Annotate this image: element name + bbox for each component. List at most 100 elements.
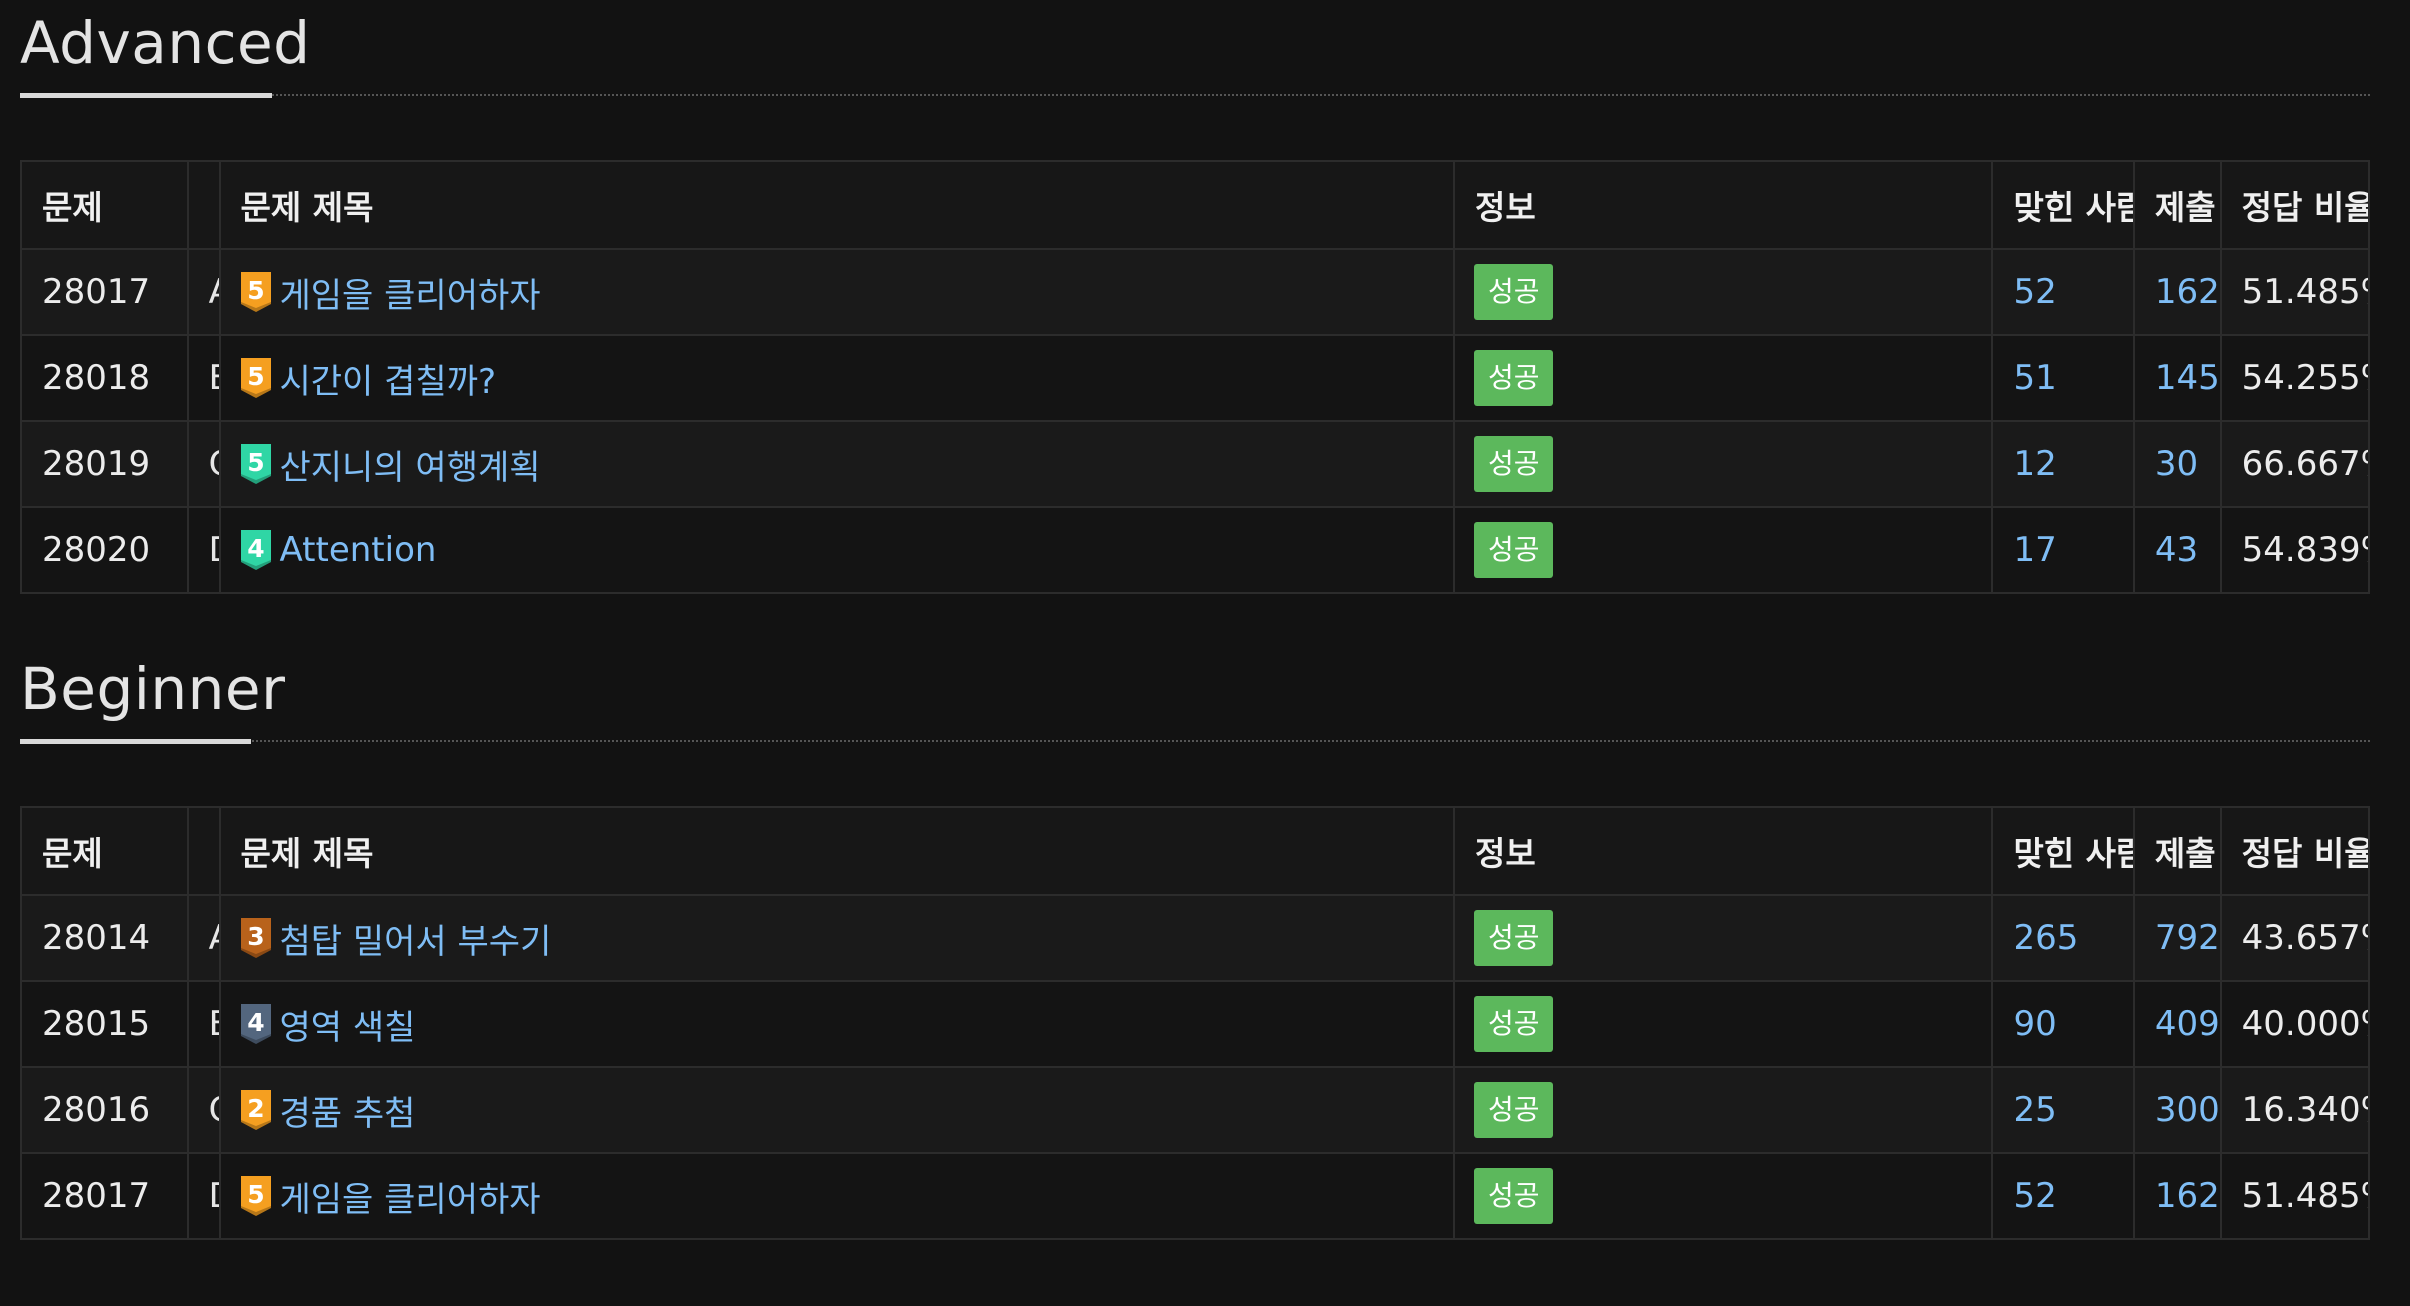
tier-badge-icon: 4 <box>240 1004 271 1044</box>
header-problem-title: 문제 제목 <box>218 160 1455 250</box>
status-badge[interactable]: 성공 <box>1473 522 1554 578</box>
problem-title-cell: 3 첨탑 밀어서 부수기 <box>218 894 1455 982</box>
problem-title-wrap: 4 영역 색칠 <box>240 1000 1433 1049</box>
header-info: 정보 <box>1452 160 1994 250</box>
tier-badge-icon: 5 <box>240 1176 271 1216</box>
submission-count-link[interactable]: 30 <box>2155 444 2198 484</box>
accept-ratio: 51.485% <box>2219 248 2371 336</box>
problem-title-link[interactable]: 시간이 겹칠까? <box>280 354 497 403</box>
solved-count-cell: 90 <box>1991 980 2135 1068</box>
problem-title-cell: 5 게임을 클리어하자 <box>218 1152 1455 1240</box>
problem-letter: D <box>186 506 221 594</box>
submission-count-link[interactable]: 409 <box>2155 1004 2219 1044</box>
solved-count-link[interactable]: 17 <box>2013 530 2056 570</box>
problem-title-link[interactable]: 경품 추첨 <box>280 1086 416 1135</box>
problem-letter: A <box>186 894 221 982</box>
status-badge[interactable]: 성공 <box>1473 264 1554 320</box>
problem-letter: D <box>186 1152 221 1240</box>
submission-count-cell: 43 <box>2132 506 2222 594</box>
status-badge[interactable]: 성공 <box>1473 436 1554 492</box>
solved-count-link[interactable]: 265 <box>2013 918 2078 958</box>
info-cell: 성공 <box>1452 980 1994 1068</box>
status-badge[interactable]: 성공 <box>1473 910 1554 966</box>
solved-count-link[interactable]: 12 <box>2013 444 2056 484</box>
solved-count-link[interactable]: 90 <box>2013 1004 2056 1044</box>
problem-title-link[interactable]: 영역 색칠 <box>280 1000 416 1049</box>
info-cell: 성공 <box>1452 334 1994 422</box>
problem-id-cell: 28016 <box>20 1066 189 1154</box>
status-badge[interactable]: 성공 <box>1473 1168 1554 1224</box>
tier-badge-icon: 5 <box>240 358 271 398</box>
accept-ratio: 54.839% <box>2219 506 2371 594</box>
submission-count-link[interactable]: 43 <box>2155 530 2198 570</box>
status-badge[interactable]: 성공 <box>1473 1082 1554 1138</box>
svg-text:5: 5 <box>247 448 264 477</box>
accept-ratio: 54.255% <box>2219 334 2371 422</box>
solved-count-cell: 17 <box>1991 506 2135 594</box>
table-header-row: 문제 문제 제목 정보 맞힌 사람 제출 정답 비율 <box>20 160 2371 250</box>
problem-id-cell: 28015 <box>20 980 189 1068</box>
submission-count-cell: 162 <box>2132 248 2222 336</box>
tier-badge-icon: 2 <box>240 1090 271 1130</box>
table-row: 28019 C5 산지니의 여행계획 성공 12 30 66.667% <box>20 420 2371 508</box>
svg-text:4: 4 <box>247 534 264 563</box>
svg-text:3: 3 <box>247 922 264 951</box>
table-row: 28014 A3 첨탑 밀어서 부수기 성공 265 79243.657% <box>20 894 2371 982</box>
problem-title-link[interactable]: 첨탑 밀어서 부수기 <box>280 914 552 963</box>
submission-count-cell: 162 <box>2132 1152 2222 1240</box>
header-ratio: 정답 비율 <box>2219 160 2371 250</box>
header-letter <box>186 160 221 250</box>
section-underline <box>20 739 251 744</box>
problem-id: 28018 <box>42 358 151 398</box>
problem-id: 28019 <box>42 444 151 484</box>
info-cell: 성공 <box>1452 506 1994 594</box>
solved-count-link[interactable]: 52 <box>2013 272 2056 312</box>
submission-count-link[interactable]: 145 <box>2155 358 2219 398</box>
problem-title-wrap: 5 게임을 클리어하자 <box>240 268 1433 317</box>
solved-count-cell: 12 <box>1991 420 2135 508</box>
submission-count-cell: 300 <box>2132 1066 2222 1154</box>
solved-count-cell: 52 <box>1991 248 2135 336</box>
header-problem-id: 문제 <box>20 806 189 896</box>
tier-badge-icon: 5 <box>240 272 271 312</box>
problem-id: 28017 <box>42 1176 151 1216</box>
svg-text:4: 4 <box>247 1008 264 1037</box>
header-submissions: 제출 <box>2132 160 2222 250</box>
problem-title-link[interactable]: 산지니의 여행계획 <box>280 440 541 489</box>
section-title: Beginner <box>20 655 286 723</box>
submission-count-link[interactable]: 162 <box>2155 1176 2219 1216</box>
problem-title-wrap: 5 게임을 클리어하자 <box>240 1172 1433 1221</box>
accept-ratio: 51.485% <box>2219 1152 2371 1240</box>
header-submissions: 제출 <box>2132 806 2222 896</box>
problem-title-link[interactable]: Attention <box>280 530 437 570</box>
info-cell: 성공 <box>1452 894 1994 982</box>
submission-count-cell: 145 <box>2132 334 2222 422</box>
submission-count-link[interactable]: 792 <box>2155 918 2219 958</box>
problem-title-link[interactable]: 게임을 클리어하자 <box>280 1172 541 1221</box>
solved-count-cell: 265 <box>1991 894 2135 982</box>
header-problem-title: 문제 제목 <box>218 806 1455 896</box>
problem-title-cell: 2 경품 추첨 <box>218 1066 1455 1154</box>
solved-count-link[interactable]: 52 <box>2013 1176 2056 1216</box>
submission-count-link[interactable]: 300 <box>2155 1090 2219 1130</box>
section-header-advanced: Advanced <box>20 0 2370 100</box>
problem-table-advanced: 문제 문제 제목 정보 맞힌 사람 제출 정답 비율 28017A5게임을 클리… <box>20 160 2371 594</box>
contest-problem-list: Advanced 문제 문제 제목 정보 맞힌 사람 제출 정답 비율 2801… <box>20 0 2371 1240</box>
solved-count-link[interactable]: 51 <box>2013 358 2056 398</box>
section-divider <box>20 94 2370 96</box>
table-row: 28017 D5 게임을 클리어하자 성공 52 16251.485% <box>20 1152 2371 1240</box>
tier-badge-icon: 5 <box>240 444 271 484</box>
problem-title-cell: 5 시간이 겹칠까? <box>218 334 1455 422</box>
submission-count-link[interactable]: 162 <box>2155 272 2219 312</box>
svg-text:5: 5 <box>247 276 264 305</box>
problem-title-link[interactable]: 게임을 클리어하자 <box>280 268 541 317</box>
problem-letter: A <box>186 248 221 336</box>
status-badge[interactable]: 성공 <box>1473 350 1554 406</box>
problem-id-cell: 28017 <box>20 1152 189 1240</box>
solved-count-link[interactable]: 25 <box>2013 1090 2056 1130</box>
status-badge[interactable]: 성공 <box>1473 996 1554 1052</box>
header-solved: 맞힌 사람 <box>1991 806 2135 896</box>
problem-table-beginner: 문제 문제 제목 정보 맞힌 사람 제출 정답 비율 28014 A3 첨탑 밀어서… <box>20 806 2371 1240</box>
problem-title-wrap: 4 Attention <box>240 530 1433 570</box>
submission-count-cell: 30 <box>2132 420 2222 508</box>
